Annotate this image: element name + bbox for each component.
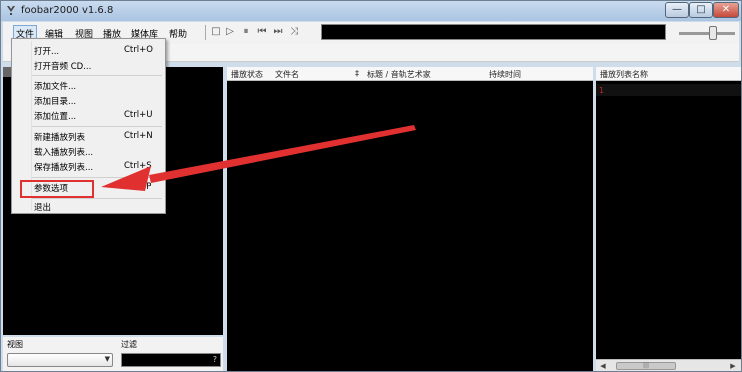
foobar-logo-icon [7, 6, 15, 15]
seek-bar[interactable] [321, 24, 666, 40]
preferences-highlight-box [20, 180, 94, 198]
menu-item-shortcut: Ctrl+O [124, 45, 153, 55]
menu-separator [32, 177, 162, 178]
stop-icon[interactable]: □ [211, 26, 221, 38]
menu-item-label: 添加位置... [34, 112, 77, 122]
playlist-manager-header: 播放列表名称 [596, 67, 741, 81]
title-bar: foobar2000 v1.6.8 — □ ✕ [1, 1, 741, 21]
menu-item-add-files[interactable]: 添加文件... [12, 78, 165, 93]
menu-separator [32, 75, 162, 76]
menu-item-label: 新建播放列表 [34, 133, 86, 143]
maximize-button[interactable]: □ [689, 2, 713, 18]
menu-item-exit[interactable]: 退出 [12, 199, 165, 214]
close-button[interactable]: ✕ [713, 2, 739, 18]
menu-item-label: 添加目录... [34, 97, 77, 107]
scrollbar-thumb[interactable]: ||| [616, 362, 676, 370]
menu-item-label: 打开... [34, 47, 60, 57]
scroll-right-icon[interactable]: ▶ [728, 361, 738, 371]
next-icon[interactable]: ⏭ [273, 26, 283, 38]
menu-item-save-playlist[interactable]: 保存播放列表... Ctrl+S [12, 159, 165, 174]
menu-item-label: 载入播放列表... [34, 148, 94, 158]
menu-item-add-location[interactable]: 添加位置... Ctrl+U [12, 108, 165, 123]
column-duration[interactable]: 持续时间 [489, 69, 521, 80]
menu-separator [32, 126, 162, 127]
menu-item-load-playlist[interactable]: 载入播放列表... [12, 144, 165, 159]
scroll-left-icon[interactable]: ◀ [598, 361, 608, 371]
playlist-row[interactable]: 1 [596, 84, 741, 96]
menu-item-new-playlist[interactable]: 新建播放列表 Ctrl+N [12, 129, 165, 144]
volume-slider[interactable] [679, 32, 735, 35]
playlist-manager[interactable]: 1 [596, 81, 741, 359]
chevron-down-icon: ▼ [104, 355, 110, 363]
app-window: foobar2000 v1.6.8 — □ ✕ 文件 编辑 视图 播放 媒体库 … [0, 0, 742, 372]
menu-item-label: 打开音频 CD... [34, 62, 92, 72]
menu-item-label: 添加文件... [34, 82, 77, 92]
filter-help-icon[interactable]: ? [213, 355, 217, 364]
view-label: 视图 [7, 340, 23, 349]
play-icon[interactable]: ▷ [225, 26, 235, 38]
menu-item-add-folder[interactable]: 添加目录... [12, 93, 165, 108]
menu-item-shortcut: Ctrl+P [124, 182, 152, 192]
menu-item-shortcut: Ctrl+U [124, 110, 153, 120]
filter-input[interactable]: ? [121, 353, 221, 367]
menu-item-label: 退出 [34, 203, 52, 213]
menu-item-label: 保存播放列表... [34, 163, 94, 173]
toolbar-separator [205, 25, 206, 40]
menu-item-shortcut: Ctrl+N [124, 131, 153, 141]
album-list-root-node[interactable] [3, 67, 11, 77]
menu-item-shortcut: Ctrl+S [124, 161, 152, 171]
menu-item-open[interactable]: 打开... Ctrl+O [12, 43, 165, 58]
column-sort-indicator: ‡ [355, 69, 359, 78]
column-playlist-name[interactable]: 播放列表名称 [600, 69, 648, 80]
previous-icon[interactable]: ⏮ [257, 26, 267, 38]
filter-label: 过滤 [121, 340, 137, 349]
playlist-row-index: 1 [599, 86, 605, 95]
view-select[interactable]: ▼ [7, 353, 113, 367]
menu-item-open-cd[interactable]: 打开音频 CD... [12, 58, 165, 73]
column-title-artist[interactable]: 标题 / 音轨艺术家 [367, 69, 431, 80]
random-icon[interactable]: ⤨ [289, 26, 299, 38]
pause-icon[interactable]: ⏸ [241, 26, 251, 38]
playlist-header: 播放状态 文件名 ‡ 标题 / 音轨艺术家 持续时间 [227, 67, 593, 81]
column-filename[interactable]: 文件名 [275, 69, 299, 80]
minimize-button[interactable]: — [665, 2, 689, 18]
column-playing[interactable]: 播放状态 [231, 69, 263, 80]
menu-help[interactable]: 帮助 [167, 26, 189, 41]
album-list-controls: 视图 过滤 ▼ ? [3, 337, 223, 371]
horizontal-scrollbar[interactable]: ◀ ||| ▶ [596, 359, 741, 371]
playlist-view[interactable] [227, 81, 593, 371]
volume-slider-thumb[interactable] [709, 26, 717, 40]
window-title: foobar2000 v1.6.8 [21, 5, 114, 16]
